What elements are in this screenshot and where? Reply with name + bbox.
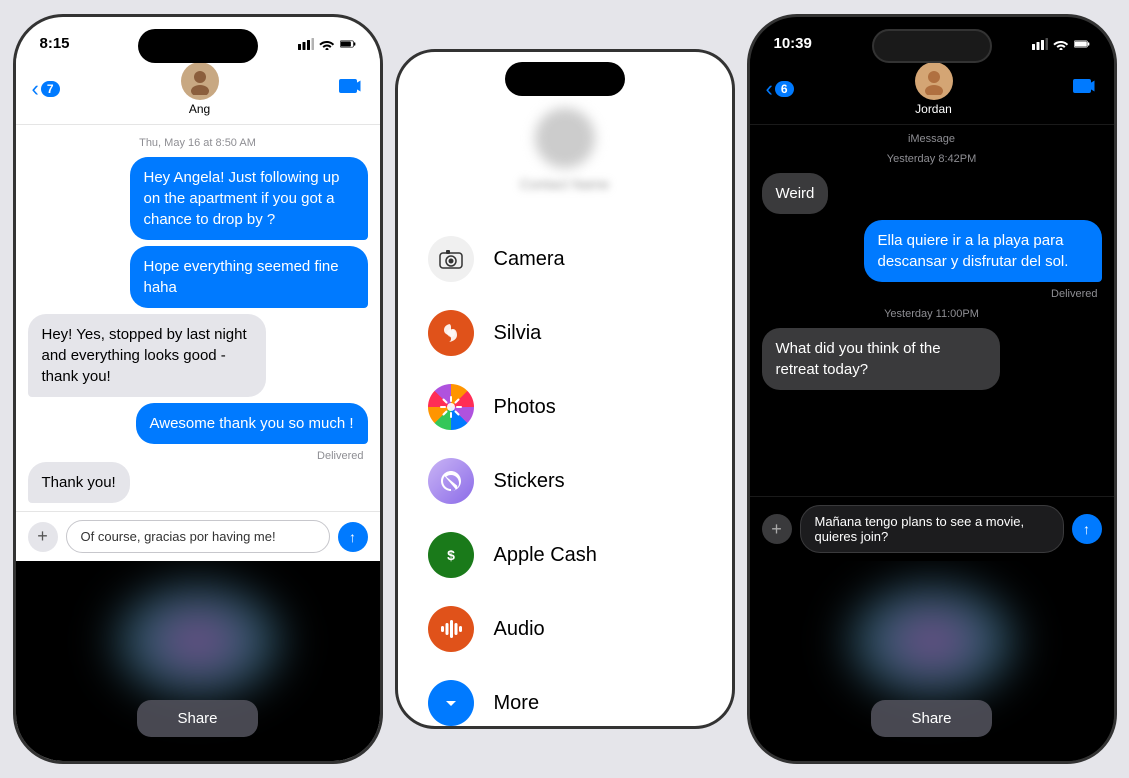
time-3: 10:39 [774,35,812,52]
date-label-1: Thu, May 16 at 8:50 AM [28,137,368,149]
dynamic-island-2 [505,62,625,96]
message-5: Thank you! [28,462,368,503]
phone-1: 8:15 ‹ 7 Ang [13,14,383,764]
bubble-3: Hey! Yes, stopped by last night and ever… [28,314,266,397]
app-item-apple-cash[interactable]: $ Apple Cash [398,518,732,592]
phone-3: 10:39 ‹ 6 [747,14,1117,764]
avatar-image-3 [920,67,948,95]
delivered-3: Delivered [762,288,1098,300]
nav-center-3: Jordan [915,62,953,116]
back-badge-1: 7 [41,81,60,97]
blurred-name: Contact Name [520,176,609,192]
more-icon [428,680,474,726]
share-button-3[interactable]: Share [871,700,991,737]
glow-area-3: Share [750,561,1114,761]
avatar-1 [181,62,219,100]
app-item-camera[interactable]: Camera [398,222,732,296]
nav-center-1: Ang [181,62,219,116]
share-button-1[interactable]: Share [137,700,257,737]
status-icons-1 [298,38,356,50]
app-item-silvia[interactable]: Silvia [398,296,732,370]
photos-icon [428,384,474,430]
svg-text:$: $ [447,547,455,563]
glow-orb-1 [98,571,298,711]
phone-2: Contact Name Camera [395,49,735,729]
silvia-label: Silvia [494,322,542,345]
bubble-2: Hope everything seemed fine haha [130,246,368,308]
signal-icon [298,38,314,50]
messages-area-3: iMessage Yesterday 8:42PM Weird Ella qui… [750,125,1114,496]
video-icon-1 [339,77,363,95]
bubble-5: Thank you! [28,462,130,503]
dark-message-2: Ella quiere ir a la playa para descansar… [762,220,1102,282]
bubble-4: Awesome thank you so much ! [136,403,368,444]
delivered-1: Delivered [28,450,364,462]
send-button-3[interactable]: ↑ [1072,514,1102,544]
app-item-audio[interactable]: Audio [398,592,732,666]
video-icon-3 [1073,77,1097,95]
video-button-3[interactable] [1073,77,1097,101]
wifi-icon-3 [1053,38,1069,50]
back-button-1[interactable]: ‹ 7 [32,78,60,100]
battery-icon-3 [1074,38,1090,50]
time-label-1: Yesterday 8:42PM [762,153,1102,165]
dynamic-island-3 [872,29,992,63]
wifi-icon [319,38,335,50]
time-1: 8:15 [40,35,70,52]
nav-bar-1: ‹ 7 Ang [16,58,380,125]
input-bar-3: + Mañana tengo plans to see a movie, qui… [750,496,1114,561]
camera-icon [428,236,474,282]
stickers-icon [428,458,474,504]
messages-area-1: Thu, May 16 at 8:50 AM Hey Angela! Just … [16,125,380,511]
apple-cash-icon: $ [428,532,474,578]
message-input-1[interactable]: Of course, gracias por having me! [66,520,330,553]
imessage-label: iMessage [762,133,1102,145]
input-bar-1: + Of course, gracias por having me! ↑ [16,511,380,561]
dark-message-1: Weird [762,173,1102,214]
glow-area-1: Share [16,561,380,761]
contact-name-1: Ang [189,102,210,116]
contact-name-3: Jordan [915,102,952,116]
send-button-1[interactable]: ↑ [338,522,368,552]
dark-bubble-3: What did you think of the retreat today? [762,328,1000,390]
audio-icon [428,606,474,652]
time-label-2: Yesterday 11:00PM [762,308,1102,320]
dark-bubble-1: Weird [762,173,829,214]
stickers-label: Stickers [494,470,565,493]
back-badge-3: 6 [775,81,794,97]
glow-orb-3 [832,571,1032,711]
bubble-1: Hey Angela! Just following up on the apa… [130,157,368,240]
avatar-3 [915,62,953,100]
audio-label: Audio [494,618,545,641]
signal-icon-3 [1032,38,1048,50]
add-button-1[interactable]: + [28,522,58,552]
battery-icon [340,38,356,50]
app-item-photos[interactable]: Photos [398,370,732,444]
status-icons-3 [1032,38,1090,50]
message-2: Hope everything seemed fine haha [28,246,368,308]
dark-bubble-2: Ella quiere ir a la playa para descansar… [864,220,1102,282]
apps-panel: Camera Silvia [398,202,732,729]
dark-message-3: What did you think of the retreat today? [762,328,1102,390]
blurred-avatar [535,108,595,168]
message-3: Hey! Yes, stopped by last night and ever… [28,314,368,397]
add-button-3[interactable]: + [762,514,792,544]
back-button-3[interactable]: ‹ 6 [766,78,794,100]
message-input-3[interactable]: Mañana tengo plans to see a movie, quier… [800,505,1064,553]
message-4: Awesome thank you so much ! [28,403,368,444]
chevron-icon-3: ‹ [766,78,773,100]
more-label: More [494,692,540,715]
silvia-icon [428,310,474,356]
camera-label: Camera [494,248,565,271]
dynamic-island-1 [138,29,258,63]
avatar-image-1 [186,67,214,95]
app-item-stickers[interactable]: Stickers [398,444,732,518]
video-button-1[interactable] [339,77,363,101]
apple-cash-label: Apple Cash [494,544,597,567]
chevron-icon-1: ‹ [32,78,39,100]
app-item-more[interactable]: More [398,666,732,729]
photos-label: Photos [494,396,556,419]
message-1: Hey Angela! Just following up on the apa… [28,157,368,240]
nav-bar-3: ‹ 6 Jordan [750,58,1114,125]
